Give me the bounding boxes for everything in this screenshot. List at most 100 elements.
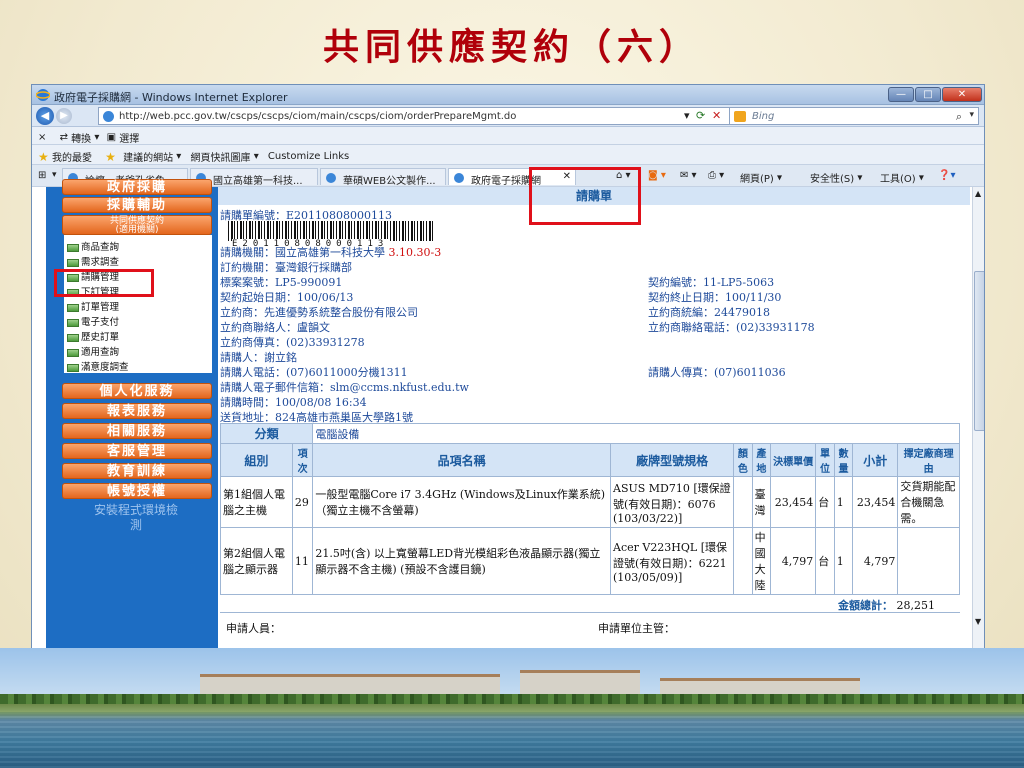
sidebar-button-account[interactable]: 帳號授權 — [62, 483, 212, 499]
search-dropdown-icon[interactable]: ▾ — [969, 110, 974, 120]
tab-label: 華碩WEB公文製作... — [343, 176, 436, 185]
maximize-button[interactable]: □ — [915, 87, 941, 102]
sidebar-item-applicable-query[interactable]: 適用查詢 — [67, 344, 119, 358]
sidebar-button-contract[interactable]: 共同供應契約 (適用機關) — [62, 215, 212, 235]
sidebar-item-label: 需求調查 — [81, 257, 120, 268]
row-color — [733, 527, 753, 595]
sidebar-button-personal[interactable]: 個人化服務 — [62, 383, 212, 399]
sidebar-button-training[interactable]: 教育訓練 — [62, 463, 212, 479]
safety-menu[interactable]: 安全性(S) ▾ — [810, 170, 862, 186]
stop-icon[interactable]: ✕ — [712, 109, 721, 122]
sidebar-button-procurement[interactable]: 政府採購 — [62, 179, 212, 195]
vendor-fax: 立約商傳真：(02)33931278 — [220, 336, 365, 349]
tools-menu-label: 工具(O) — [880, 174, 916, 185]
agency-line: 請購機關：國立高雄第一科技大學 3.10.30-3 — [220, 244, 441, 260]
translate-button[interactable]: 轉換 — [71, 130, 91, 145]
sidebar-item-order-mgmt[interactable]: 訂單管理 — [67, 299, 119, 313]
address-dropdown-icon[interactable]: ▾ — [684, 109, 690, 122]
category-value: 電腦設備 — [312, 423, 960, 444]
sidebar-button-report[interactable]: 報表服務 — [62, 403, 212, 419]
chevron-down-icon[interactable]: ▾ — [94, 132, 99, 143]
sidebar-item-label: 滿意度調查 — [81, 362, 129, 373]
chevron-down-icon[interactable]: ▾ — [176, 151, 181, 162]
page-menu[interactable]: 網頁(P) ▾ — [740, 170, 782, 186]
sidebar-menu: 商品查詢 需求調查 請購管理 下訂管理 訂單管理 電子支付 歷史訂單 適用查詢 … — [64, 235, 212, 373]
sidebar-button-assist[interactable]: 採購輔助 — [62, 197, 212, 213]
lake-water — [0, 714, 1024, 768]
sidebar-item-demand-survey[interactable]: 需求調查 — [67, 254, 119, 268]
requester-phone: 請購人電話：(07)6011000分機1311 — [220, 366, 408, 379]
category-row: 分類 電腦設備 — [219, 423, 960, 444]
request-form: 請購單 請購單編號：E20110808000113 E2011080800011… — [218, 187, 972, 649]
vertical-scrollbar[interactable]: ▲ ▼ — [972, 187, 984, 649]
barcode-image — [228, 221, 434, 241]
row-subtotal: 4,797 — [852, 527, 899, 595]
row-item-name: 21.5吋(含) 以上寬螢幕LED背光模組彩色液晶顯示器(獨立顯示器不含主機) … — [312, 527, 611, 595]
favorites-bar: ★ 我的最愛 ★ 建議的網站 ▾ 網頁快訊圖庫 ▾ Customize Link… — [32, 145, 984, 165]
mail-icon[interactable]: ✉ ▾ — [680, 170, 697, 181]
install-check-link[interactable]: 安裝程式環境檢 測 — [56, 503, 216, 533]
add-favorite-icon[interactable]: ★ — [105, 150, 116, 164]
scroll-thumb[interactable] — [974, 271, 984, 431]
ie-page-icon — [326, 173, 336, 183]
url-input[interactable]: http://web.pcc.gov.tw/cscps/cscps/ciom/m… — [98, 107, 744, 125]
forward-button[interactable]: ▶ — [56, 108, 72, 124]
quick-tabs-icon[interactable]: ⊞ — [38, 170, 46, 181]
minimize-button[interactable]: — — [888, 87, 914, 102]
web-slice-link[interactable]: 網頁快訊圖庫 — [191, 149, 251, 164]
folder-icon — [67, 363, 79, 372]
chevron-down-icon[interactable]: ▾ — [254, 151, 259, 162]
print-icon[interactable]: ⎙ ▾ — [708, 170, 724, 181]
address-bar: ◀ ▶ http://web.pcc.gov.tw/cscps/cscps/ci… — [32, 105, 984, 127]
requester-email: 請購人電子郵件信箱：slm@ccms.nkfust.edu.tw — [220, 381, 469, 394]
folder-icon — [67, 258, 79, 267]
feeds-icon[interactable]: ◙ ▾ — [648, 170, 666, 181]
search-icon[interactable]: ⌕ — [956, 110, 962, 124]
scroll-down-icon[interactable]: ▼ — [975, 617, 981, 626]
column-header: 組別 — [220, 443, 293, 477]
applicant-label: 申請人員： — [226, 622, 281, 635]
scroll-up-icon[interactable]: ▲ — [975, 189, 981, 198]
row-unit: 台 — [815, 476, 835, 528]
contract-start-date: 契約起始日期：100/06/13 — [220, 291, 354, 304]
row-qty: 1 — [833, 476, 854, 528]
chevron-down-icon[interactable]: ▾ — [52, 170, 57, 180]
help-icon[interactable]: ❓▾ — [938, 170, 955, 181]
suggested-sites-link[interactable]: 建議的網站 — [123, 149, 173, 164]
vendor-phone: 立約商聯絡電話：(02)33931178 — [648, 321, 815, 334]
search-input[interactable]: Bing ⌕ ▾ — [729, 107, 979, 125]
row-subtotal: 23,454 — [852, 476, 899, 528]
row-group: 第1組個人電腦之主機 — [220, 476, 293, 528]
request-time: 請購時間：100/08/08 16:34 — [220, 396, 367, 409]
favorites-button[interactable]: 我的最愛 — [52, 149, 92, 164]
back-button[interactable]: ◀ — [36, 107, 54, 125]
campus-photo — [0, 648, 1024, 768]
customize-links-link[interactable]: Customize Links — [268, 151, 349, 162]
column-header: 決標單價 — [770, 443, 817, 477]
select-button[interactable]: 選擇 — [119, 130, 139, 145]
refresh-icon[interactable]: ⟳ — [696, 109, 705, 122]
row-price: 23,454 — [770, 476, 817, 528]
vendor-name: 立約商：先進優勢系統整合股份有限公司 — [220, 306, 418, 319]
row-brand: Acer V223HQL [環保證號(有效日期)：6221 (103/05/09… — [609, 527, 735, 595]
sidebar-item-label: 歷史訂單 — [81, 332, 120, 343]
column-header: 顏色 — [733, 443, 753, 477]
category-label: 分類 — [219, 423, 314, 444]
close-button[interactable]: ✕ — [942, 87, 982, 102]
row-price: 4,797 — [770, 527, 817, 595]
sidebar-button-related[interactable]: 相關服務 — [62, 423, 212, 439]
row-brand: ASUS MD710 [環保證號(有效日期)：6076 (103/03/22)] — [609, 476, 735, 528]
sidebar-item-label: 電子支付 — [81, 317, 120, 328]
toolbar-close-icon[interactable]: × — [38, 132, 46, 143]
highlight-box-order-placing — [54, 269, 154, 297]
sidebar-item-history-orders[interactable]: 歷史訂單 — [67, 329, 119, 343]
sidebar-item-product-query[interactable]: 商品查詢 — [67, 239, 119, 253]
tab-asus[interactable]: 華碩WEB公文製作... — [320, 168, 446, 185]
safety-menu-label: 安全性(S) — [810, 174, 855, 185]
tools-menu[interactable]: 工具(O) ▾ — [880, 170, 924, 186]
contract-number: 契約編號：11-LP5-5063 — [648, 276, 775, 289]
sidebar-item-satisfaction-survey[interactable]: 滿意度調查 — [67, 359, 129, 373]
translate-toolbar: × ⇄ 轉換 ▾ ▣ 選擇 — [32, 127, 984, 145]
sidebar-button-support[interactable]: 客服管理 — [62, 443, 212, 459]
sidebar-item-e-payment[interactable]: 電子支付 — [67, 314, 119, 328]
